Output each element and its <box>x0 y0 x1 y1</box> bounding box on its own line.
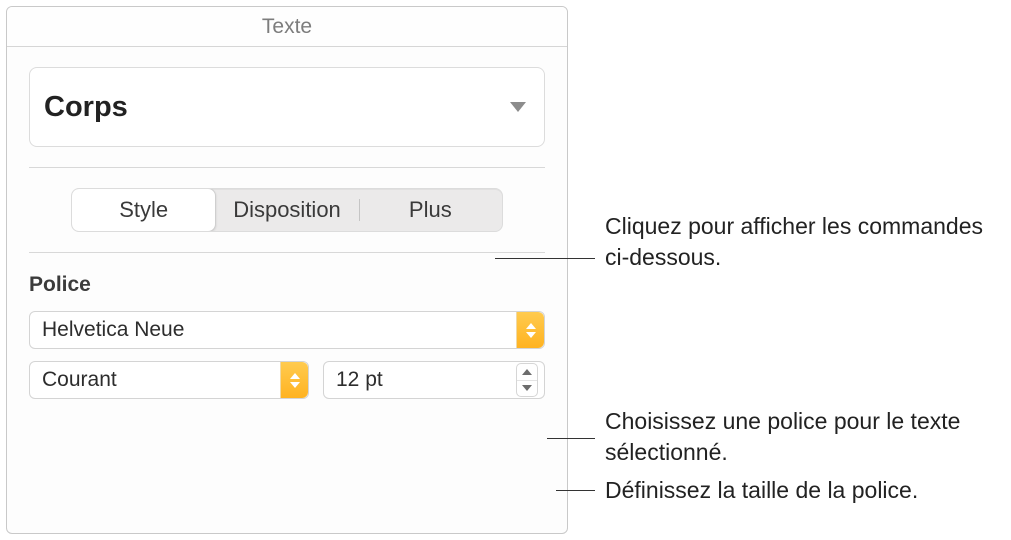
paragraph-style-label: Corps <box>44 91 128 124</box>
callout-tabs-text: Cliquez pour afficher les commandes ci-d… <box>605 213 983 270</box>
paragraph-style-select[interactable]: Corps <box>29 67 545 147</box>
popup-arrows-icon <box>516 312 544 348</box>
tab-plus-label: Plus <box>409 197 452 223</box>
font-size-step-down[interactable] <box>517 380 537 397</box>
divider <box>29 167 545 168</box>
chevron-down-icon <box>522 385 532 391</box>
callout-font-family: Choisissez une police pour le texte séle… <box>605 406 985 468</box>
font-size-step-up[interactable] <box>517 364 537 380</box>
tab-style-label: Style <box>119 197 168 223</box>
callout-font-size: Définissez la taille de la police. <box>605 475 1005 506</box>
callout-family-text: Choisissez une police pour le texte séle… <box>605 408 960 465</box>
popup-arrows-icon <box>280 362 308 398</box>
chevron-up-icon <box>522 369 532 375</box>
font-section-label: Police <box>29 273 545 297</box>
text-tabs: Style Disposition Plus <box>71 188 503 232</box>
tab-disposition[interactable]: Disposition <box>215 189 358 231</box>
font-family-value: Helvetica Neue <box>42 318 184 342</box>
font-size-value: 12 pt <box>336 368 506 392</box>
panel-title-text: Texte <box>262 15 312 39</box>
divider <box>29 252 545 253</box>
callout-line <box>547 438 595 439</box>
panel-title: Texte <box>7 7 567 47</box>
font-size-field[interactable]: 12 pt <box>323 361 545 399</box>
callout-line <box>495 258 595 259</box>
font-size-stepper <box>516 363 538 397</box>
font-typeface-value: Courant <box>42 368 117 392</box>
chevron-down-icon <box>510 102 526 112</box>
text-inspector-panel: Texte Corps Style Disposition Plus Polic… <box>6 6 568 534</box>
font-family-select[interactable]: Helvetica Neue <box>29 311 545 349</box>
tab-disposition-label: Disposition <box>233 197 341 223</box>
callout-tabs: Cliquez pour afficher les commandes ci-d… <box>605 211 985 273</box>
callout-line <box>556 490 595 491</box>
tab-plus[interactable]: Plus <box>359 189 502 231</box>
callout-size-text: Définissez la taille de la police. <box>605 477 918 503</box>
tab-style[interactable]: Style <box>71 188 216 232</box>
font-typeface-select[interactable]: Courant <box>29 361 309 399</box>
